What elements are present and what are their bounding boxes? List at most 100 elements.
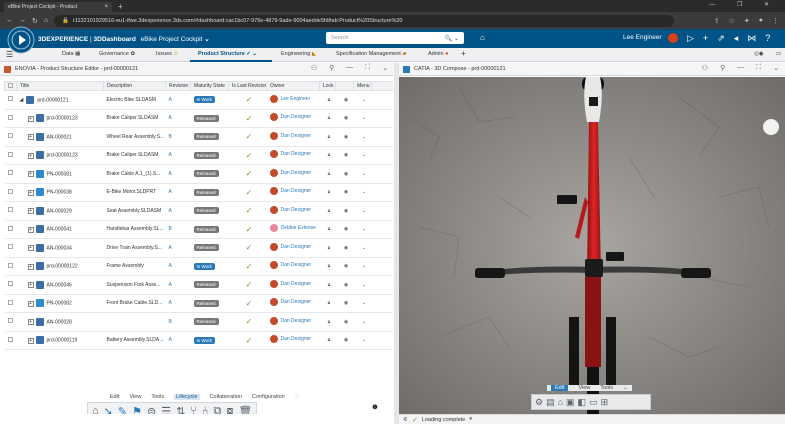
chevron-down-icon[interactable]: ⌄: [353, 331, 372, 350]
row-checkbox[interactable]: [4, 90, 17, 110]
tab-engineering[interactable]: Engineering ◣: [281, 51, 316, 57]
expand-icon[interactable]: +: [27, 171, 34, 178]
table-row[interactable]: + PN-000081 Brake Cable A.1_(1).S... A Relea…: [4, 164, 393, 184]
address-bar[interactable]: 🔒 r1132101929516-eu1-ifwe.3dexperience.3…: [54, 14, 675, 27]
item-title[interactable]: AN-000021: [47, 134, 72, 140]
col-lock[interactable]: Lock: [319, 81, 336, 91]
row-checkbox[interactable]: [4, 294, 17, 313]
title-cell[interactable]: + prd-00000123: [16, 146, 104, 165]
lock-icon[interactable]: 🔒︎: [319, 312, 336, 332]
eye-icon[interactable]: ◉: [335, 220, 354, 239]
revision-cell[interactable]: A: [165, 109, 191, 128]
eye-icon[interactable]: ◉: [335, 275, 354, 295]
expand-icon[interactable]: +: [27, 245, 34, 252]
col-menu[interactable]: Menu: [353, 81, 372, 91]
row-checkbox[interactable]: [4, 275, 17, 295]
home-icon[interactable]: ⌂: [558, 397, 563, 407]
row-checkbox[interactable]: [4, 201, 17, 221]
eye-icon[interactable]: ◉: [335, 90, 354, 110]
status-badge[interactable]: Released: [193, 114, 219, 122]
cmd-tab-tools[interactable]: Tools: [151, 394, 164, 400]
row-checkbox[interactable]: [4, 257, 17, 276]
revision-cell[interactable]: A: [165, 90, 191, 110]
item-title[interactable]: AN-000028: [47, 319, 72, 325]
expand-icon[interactable]: +: [27, 152, 34, 159]
title-cell[interactable]: + prd-00000119: [16, 331, 104, 350]
row-checkbox[interactable]: [4, 238, 17, 258]
owner-cell[interactable]: Lee Engineer: [266, 90, 320, 110]
share-icon[interactable]: ▷: [687, 32, 694, 44]
table-row[interactable]: + prd-00000122 Frame Assembly A In Work ✓ Dan …: [4, 257, 393, 276]
search-dropdown-icon[interactable]: 🔍 ⌄: [445, 35, 459, 42]
owner-cell[interactable]: Dan Designer: [266, 294, 320, 313]
snapshot-icon[interactable]: ⚙: [535, 397, 543, 408]
expand-icon[interactable]: +: [27, 208, 34, 215]
revision-cell[interactable]: B: [165, 312, 191, 332]
revision-cell[interactable]: A: [165, 201, 191, 221]
owner-name[interactable]: Dan Designer: [281, 281, 312, 287]
col-owner[interactable]: Owner: [266, 81, 320, 91]
table-row[interactable]: + AN-000046 Suspension Fork Asse... A Releas…: [4, 275, 393, 295]
table-row[interactable]: + AN-000034 Drive Train Assembly.S... A Rele…: [4, 238, 393, 258]
lock-icon[interactable]: 🔒︎: [319, 294, 336, 313]
eye-icon[interactable]: ◉: [335, 294, 354, 313]
row-checkbox[interactable]: [4, 146, 17, 165]
title-cell[interactable]: + PN-000082: [16, 294, 104, 313]
row-checkbox[interactable]: [4, 109, 17, 128]
table-row[interactable]: + PN-000038 E-Bike Motor.SLDPRT A Released ✓ D…: [4, 183, 393, 202]
owner-name[interactable]: Debbie Extense: [281, 225, 316, 231]
status-badge[interactable]: Released: [193, 207, 219, 215]
view-icon[interactable]: ▭: [589, 397, 598, 408]
title-cell[interactable]: ◢ prd-00000121: [16, 90, 104, 110]
table-row[interactable]: + AN-000029 Seat Assembly.SLDASM A Released ✓…: [4, 201, 393, 221]
chevron-down-icon[interactable]: ⌄: [623, 385, 628, 391]
chevron-down-icon[interactable]: ⌄: [353, 257, 372, 276]
revision-cell[interactable]: B: [165, 127, 191, 147]
status-badge[interactable]: In Work: [193, 262, 215, 270]
eye-icon[interactable]: ◉: [335, 164, 354, 184]
item-title[interactable]: prd-00000122: [47, 264, 78, 270]
chevron-down-icon[interactable]: ⌄: [773, 64, 779, 72]
owner-name[interactable]: Dan Designer: [281, 188, 312, 194]
owner-name[interactable]: Dan Designer: [281, 170, 312, 176]
3d-viewport[interactable]: [399, 77, 785, 414]
row-checkbox[interactable]: [4, 220, 17, 239]
table-row[interactable]: + AN-000021 Wheel Rear Assembly.S... B Relea…: [4, 127, 393, 147]
camera-icon[interactable]: ▣: [566, 397, 575, 408]
eye-icon[interactable]: ◉: [335, 257, 354, 276]
tab-issues[interactable]: Issues ⚠: [156, 51, 178, 57]
browser-tab[interactable]: eBike Project Cockpit - Product ×: [4, 2, 112, 12]
maximize-icon[interactable]: ⛶: [756, 64, 761, 72]
forward-icon[interactable]: →: [19, 17, 26, 24]
chevron-down-icon[interactable]: ⌄: [353, 275, 372, 295]
chevron-down-icon[interactable]: ⌄: [353, 294, 372, 313]
new-tab-icon[interactable]: +: [118, 2, 123, 12]
owner-cell[interactable]: Dan Designer: [266, 183, 320, 202]
export-icon[interactable]: ⊞: [601, 397, 609, 408]
apps-icon[interactable]: ⋈: [747, 32, 756, 44]
item-title[interactable]: prd-00000119: [47, 338, 78, 344]
eye-icon[interactable]: ◉: [335, 331, 354, 350]
cmd-tab-collaboration[interactable]: Collaboration: [210, 394, 242, 400]
chevron-down-icon[interactable]: ⌄: [353, 109, 372, 128]
owner-cell[interactable]: Dan Designer: [266, 331, 320, 350]
owner-name[interactable]: Dan Designer: [281, 151, 312, 157]
revision-cell[interactable]: B: [165, 220, 191, 239]
table-row[interactable]: + AN-000041 Handlebar Assembly.SL... B Relea…: [4, 220, 393, 239]
tab-specification-management[interactable]: Specification Management ▰: [336, 51, 407, 57]
cmd-tab-edit[interactable]: Edit: [551, 385, 569, 391]
item-title[interactable]: AN-000034: [47, 245, 72, 251]
lock-icon[interactable]: 🔒︎: [319, 275, 336, 295]
chevron-down-icon[interactable]: ⌄: [353, 238, 372, 258]
lock-icon[interactable]: 🔒︎: [319, 90, 336, 110]
expand-icon[interactable]: +: [27, 189, 34, 196]
collapse-icon[interactable]: ◢: [20, 97, 24, 103]
eye-icon[interactable]: ◉: [335, 238, 354, 258]
cmd-tab-tools[interactable]: Tools: [600, 385, 613, 391]
maximize-icon[interactable]: ⛶: [365, 64, 370, 72]
revision-cell[interactable]: A: [165, 275, 191, 295]
chevron-down-icon[interactable]: ⌄: [353, 183, 372, 202]
table-row[interactable]: + prd-00000123 Brake Caliper.SLDASM A Releas…: [4, 109, 393, 128]
title-cell[interactable]: + PN-000038: [16, 183, 104, 202]
cmd-tab-lifecycle[interactable]: Lifecycle: [174, 394, 200, 400]
